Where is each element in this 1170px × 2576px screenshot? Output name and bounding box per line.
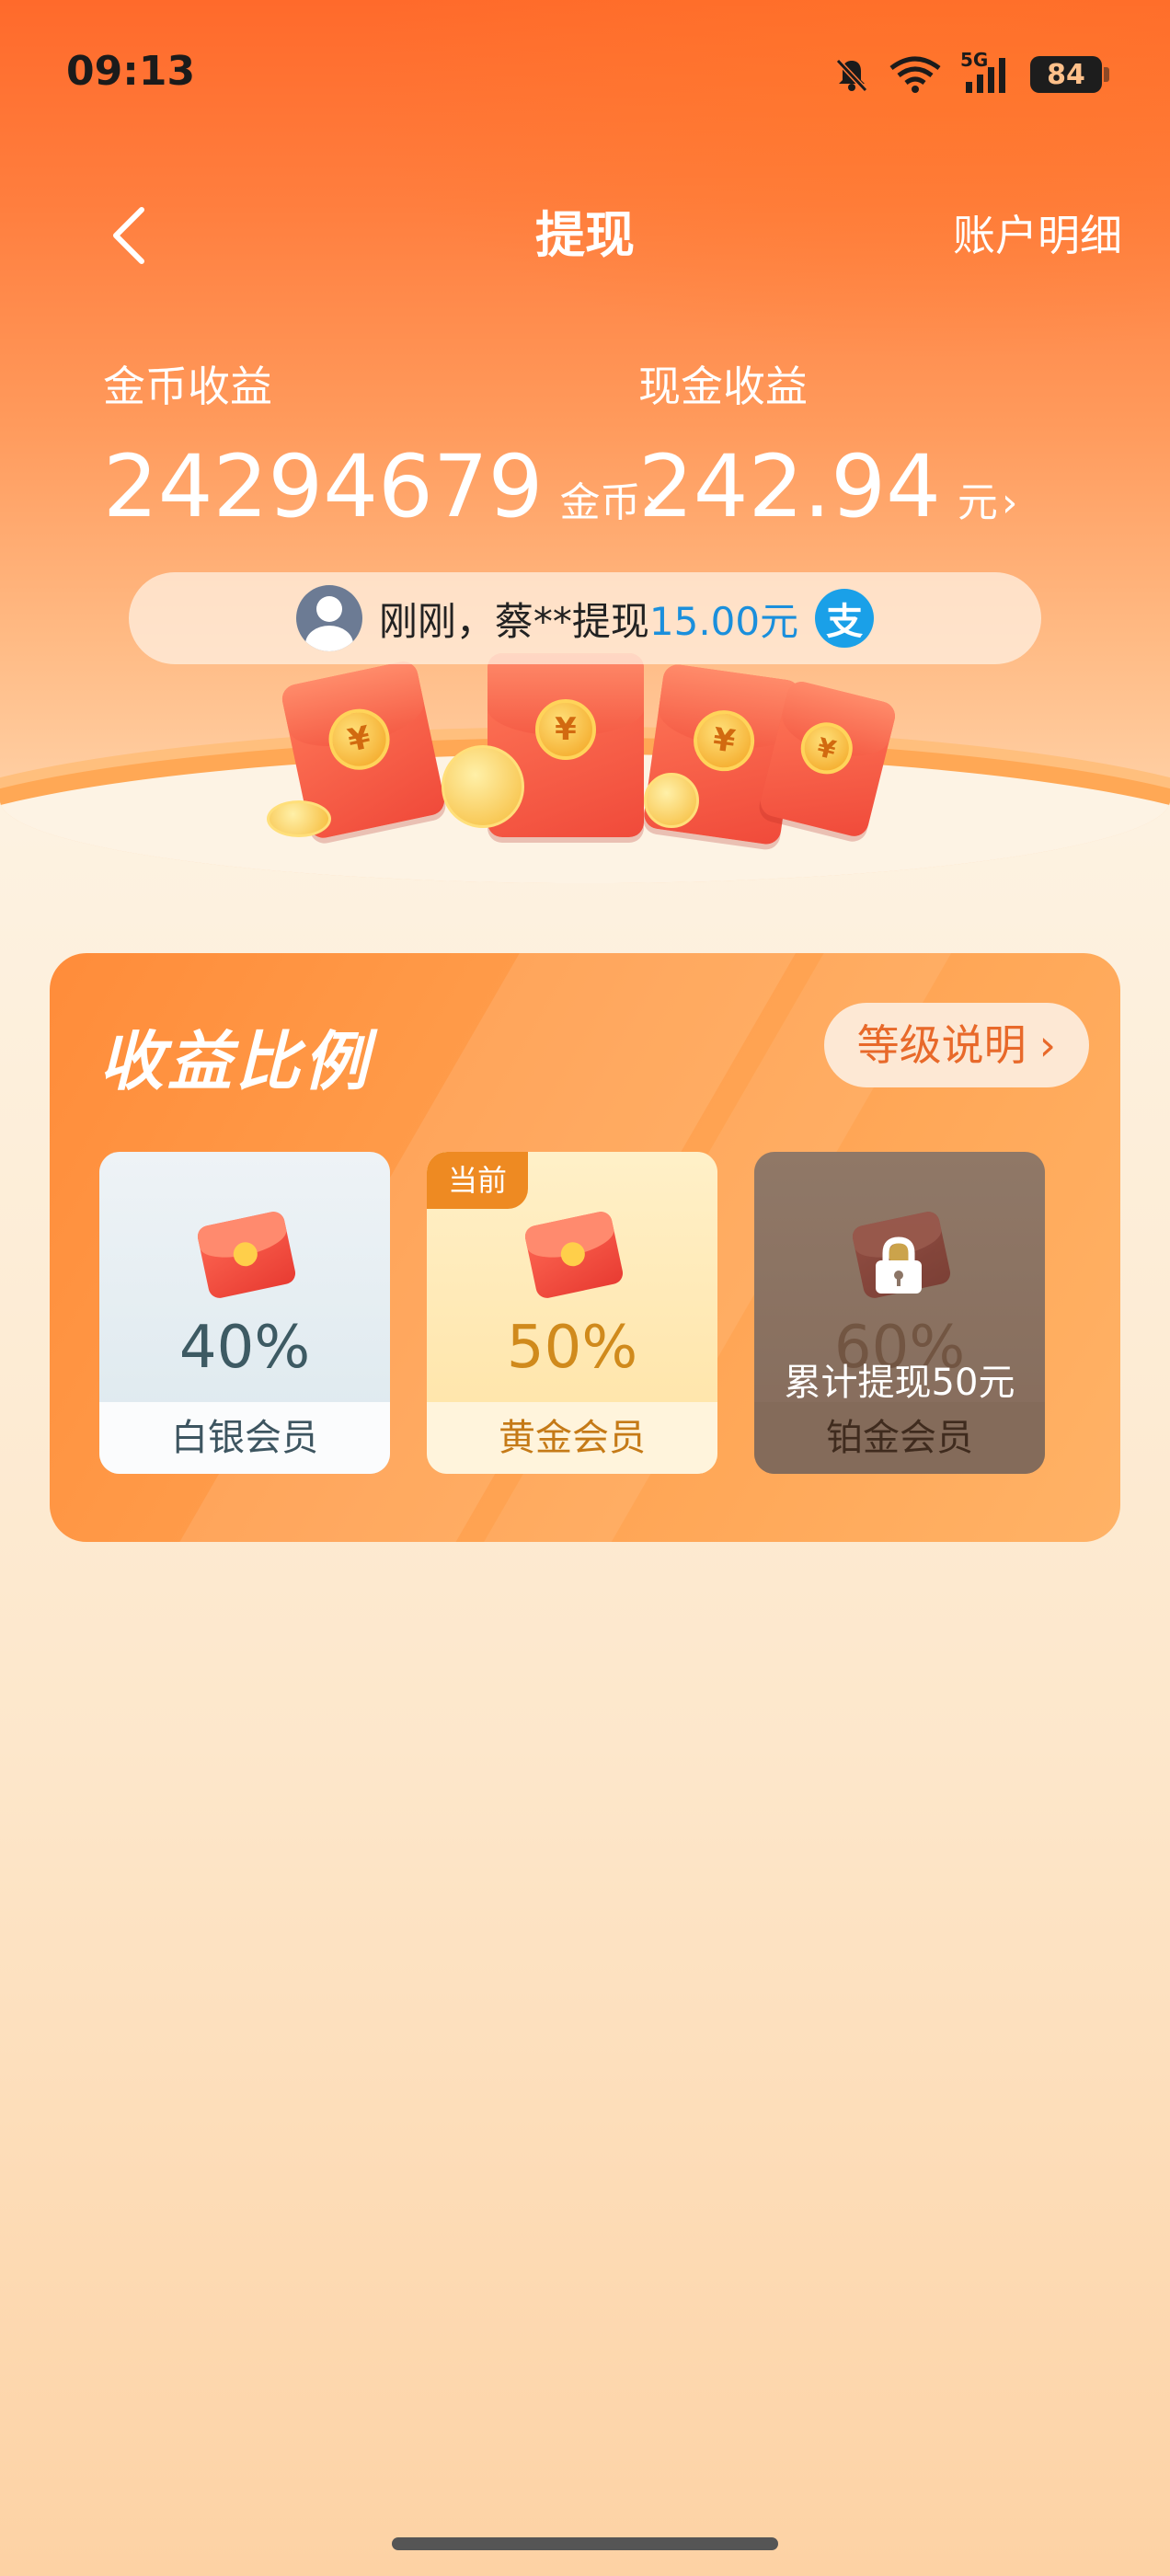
lock-overlay — [754, 1152, 1045, 1474]
unlock-condition: 累计提现50元 — [784, 1362, 1015, 1404]
coin-unit: 金币 — [559, 479, 641, 526]
tier-card-silver[interactable]: 40% 白银会员 — [99, 1152, 390, 1474]
coin-amount: 24294679 — [103, 437, 544, 537]
tier-name: 白银会员 — [99, 1402, 390, 1474]
chevron-right-icon: › — [1038, 1020, 1056, 1070]
cash-earnings-value[interactable]: 242.94 元 › — [638, 432, 1018, 558]
red-envelope-icon — [195, 1209, 298, 1301]
home-indicator[interactable] — [392, 2537, 778, 2550]
alipay-icon: 支 — [815, 589, 875, 648]
header-banner: ¥ ¥ ¥ ¥ 09:13 5G 84 提现 账户明细 金币收益 现金收益 24… — [0, 0, 1170, 883]
gold-coin-icon — [442, 745, 524, 828]
status-icons: 5G 84 — [833, 49, 1109, 98]
cash-unit: 元 — [957, 479, 998, 526]
cash-earnings-label: 现金收益 — [638, 362, 808, 411]
cash-amount: 242.94 — [638, 437, 941, 537]
status-time: 09:13 — [66, 48, 196, 95]
tier-card-platinum[interactable]: 60% 铂金会员 累计提现50元 — [754, 1152, 1045, 1474]
tier-name: 黄金会员 — [427, 1402, 717, 1474]
ratio-card-title: 收益比例 — [99, 1024, 372, 1099]
battery-icon: 84 — [1030, 56, 1109, 93]
red-envelope-icon — [522, 1209, 625, 1301]
signal-icon: 5G — [960, 49, 1012, 95]
withdraw-ticker: 刚刚，蔡**提现 15.00元 支 — [129, 572, 1041, 664]
wifi-icon — [889, 56, 941, 93]
lock-icon — [876, 1236, 922, 1294]
current-tier-badge: 当前 — [427, 1152, 528, 1209]
tier-card-gold[interactable]: 当前 50% 黄金会员 — [427, 1152, 717, 1474]
level-explanation-label: 等级说明 — [856, 1020, 1027, 1070]
tier-percent: 50% — [506, 1314, 638, 1382]
coin-earnings-value[interactable]: 24294679 金币 › — [103, 432, 660, 558]
red-envelopes-illustration: ¥ ¥ ¥ ¥ — [267, 635, 901, 846]
ticker-amount: 15.00元 — [648, 598, 799, 644]
bell-muted-icon — [835, 58, 868, 93]
gold-coin-icon — [267, 800, 331, 837]
coin-earnings-label: 金币收益 — [103, 362, 272, 411]
tier-list: 40% 白银会员 当前 50% 黄金会员 60% 铂金会员 累计提现50元 — [99, 1152, 1120, 1474]
tier-percent: 40% — [178, 1314, 311, 1382]
chevron-right-icon: › — [1001, 479, 1018, 526]
level-explanation-button[interactable]: 等级说明 › — [823, 1003, 1089, 1087]
gold-coin-icon — [644, 773, 699, 828]
status-bar: 09:13 5G 84 — [0, 0, 1170, 147]
earnings-ratio-card: 收益比例 等级说明 › 40% 白银会员 当前 50% 黄金会员 60% 铂金会… — [50, 953, 1120, 1542]
account-details-link[interactable]: 账户明细 — [953, 201, 1122, 270]
ticker-text: 刚刚，蔡**提现 — [378, 598, 649, 644]
avatar — [295, 585, 362, 651]
